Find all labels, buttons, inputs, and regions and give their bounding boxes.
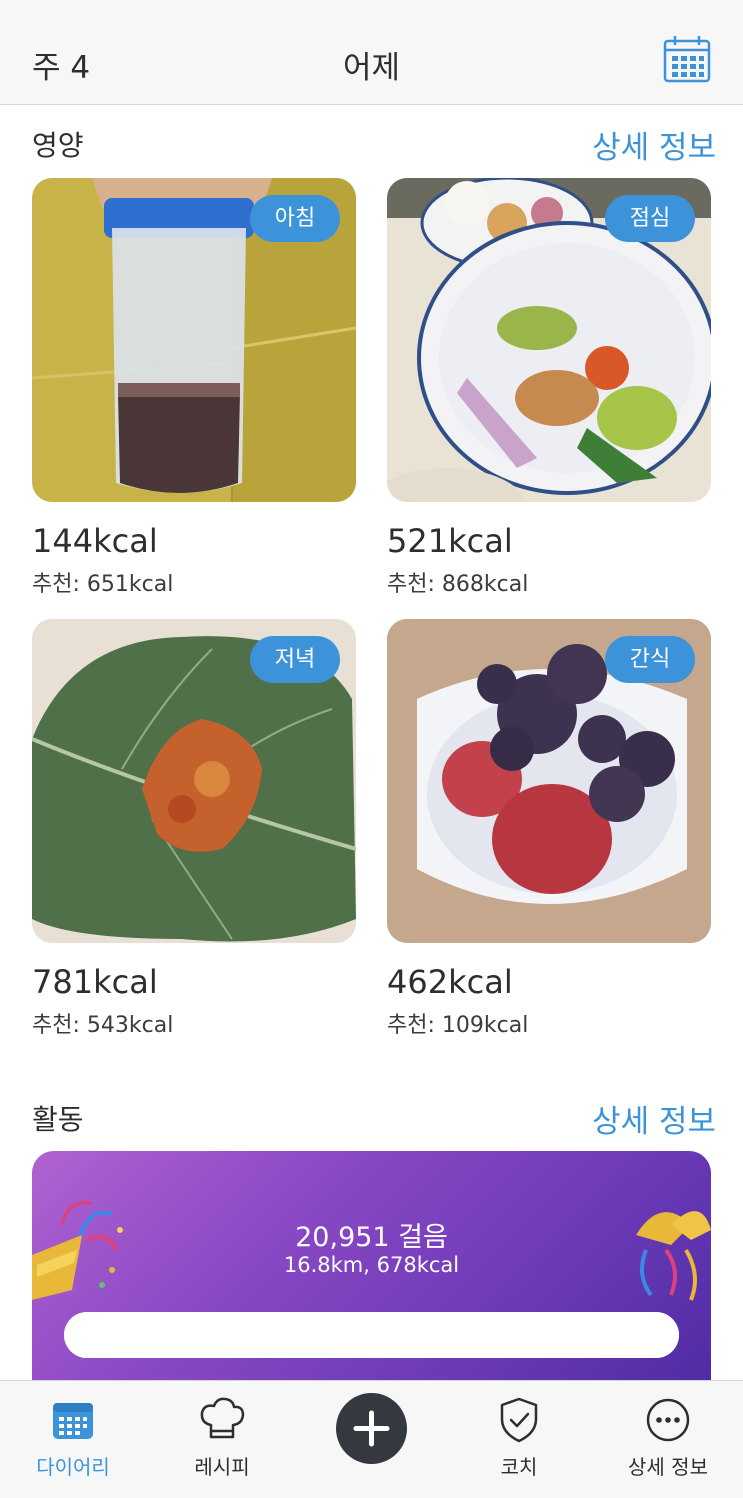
top-bar: 주 4 어제 [0, 0, 743, 105]
tab-label: 레시피 [194, 1455, 250, 1479]
bottom-tab-bar: 다이어리 레시피 코치 상세 정보 [0, 1380, 743, 1498]
calendar-icon [53, 1403, 93, 1439]
tab-coach[interactable]: 코치 [449, 1381, 589, 1498]
steps-count: 20,951 걸음 [295, 1222, 448, 1253]
steps-progress-bar [64, 1312, 679, 1358]
tab-label: 다이어리 [36, 1455, 110, 1479]
meal-kcal: 462kcal [387, 963, 513, 1001]
plus-icon [353, 1410, 390, 1447]
meal-kcal: 144kcal [32, 522, 158, 560]
meal-recommended: 추천: 109kcal [387, 1013, 529, 1038]
tab-label: 상세 정보 [628, 1455, 708, 1479]
meal-recommended: 추천: 651kcal [32, 572, 174, 597]
tab-recipes[interactable]: 레시피 [152, 1381, 292, 1498]
nutrition-section-title: 영양 [32, 129, 84, 162]
protein-shake-photo: 아침 [32, 178, 356, 502]
activity-details-link[interactable]: 상세 정보 [592, 1096, 716, 1141]
calendar-icon [663, 36, 711, 83]
chef-hat-icon [200, 1397, 245, 1439]
meal-card-lunch[interactable]: 점심 521kcal 추천: 868kcal [387, 178, 711, 598]
meal-recommended: 추천: 543kcal [32, 1013, 174, 1038]
meal-card-breakfast[interactable]: 아침 144kcal 추천: 651kcal [32, 178, 356, 598]
more-icon [646, 1398, 690, 1442]
nutrition-details-link[interactable]: 상세 정보 [592, 122, 716, 167]
shield-check-icon [500, 1397, 538, 1443]
meal-badge: 저녁 [250, 636, 340, 683]
tab-more[interactable]: 상세 정보 [598, 1381, 738, 1498]
yogurt-berries-photo: 간식 [387, 619, 711, 943]
app-screen: 주 4 어제 영양 상세 정보 아침 144kcal 추천: 651kcal 점… [0, 0, 743, 1498]
activity-section-title: 활동 [32, 1103, 84, 1136]
meal-kcal: 781kcal [32, 963, 158, 1001]
meal-recommended: 추천: 868kcal [387, 572, 529, 597]
steps-progress-fill [64, 1312, 679, 1358]
celebration-bell-icon [636, 1211, 711, 1301]
collard-wrap-photo: 저녁 [32, 619, 356, 943]
calendar-button[interactable] [663, 35, 711, 83]
meal-kcal: 521kcal [387, 522, 513, 560]
tab-diary[interactable]: 다이어리 [3, 1381, 143, 1498]
tab-label: 코치 [500, 1455, 538, 1479]
meal-badge: 점심 [605, 195, 695, 242]
poke-bowl-photo: 점심 [387, 178, 711, 502]
distance-calories: 16.8km, 678kcal [283, 1253, 460, 1277]
date-title: 어제 [342, 50, 401, 86]
meal-badge: 간식 [605, 636, 695, 683]
meal-card-dinner[interactable]: 저녁 781kcal 추천: 543kcal [32, 619, 356, 1039]
meal-badge: 아침 [250, 195, 340, 242]
meal-card-snack[interactable]: 간식 462kcal 추천: 109kcal [387, 619, 711, 1039]
activity-card[interactable]: 20,951 걸음 16.8km, 678kcal [32, 1151, 711, 1411]
add-button[interactable] [336, 1393, 407, 1464]
